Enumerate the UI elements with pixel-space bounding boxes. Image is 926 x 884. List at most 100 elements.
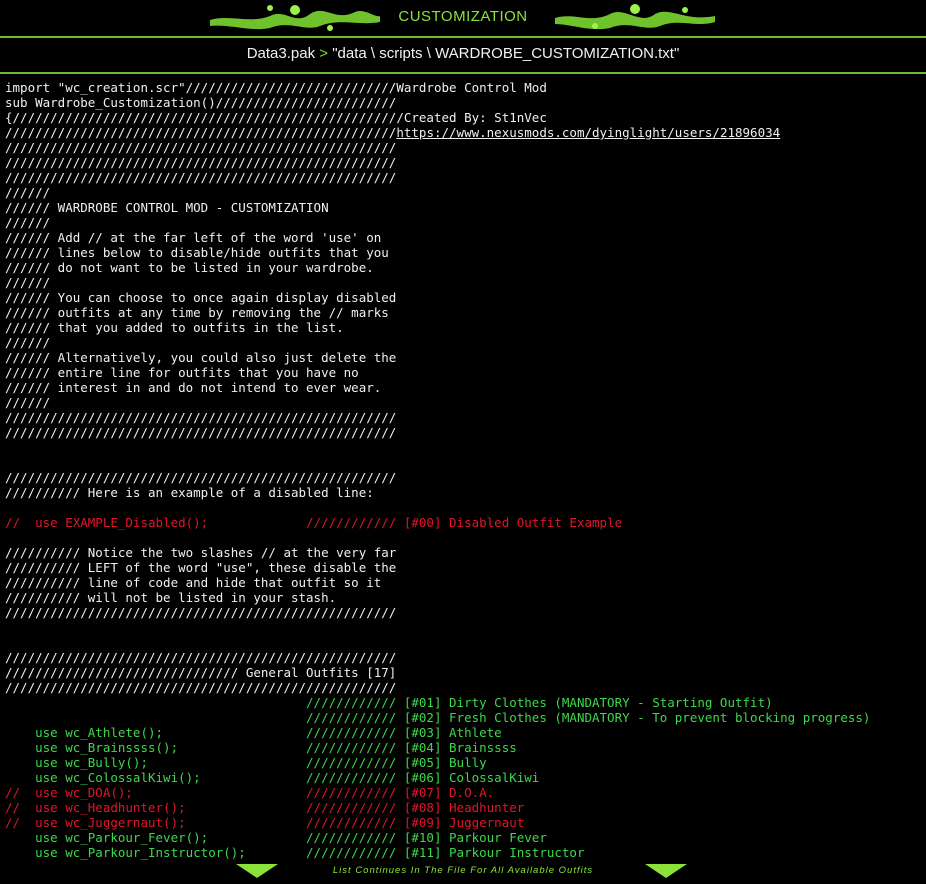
code-line-text: ////// do not want to be listed in your … [5, 260, 374, 275]
code-line-text: ////////////////////////////////////////… [5, 170, 397, 185]
code-line-text: ////// [5, 395, 51, 410]
code-line-text: ////////////////////////////////////////… [5, 470, 397, 485]
code-line-text: ////// lines below to disable/hide outfi… [5, 245, 389, 260]
code-line: ////////// LEFT of the word "use", these… [5, 560, 926, 575]
code-line-text: ////////////////////////////////////////… [5, 410, 397, 425]
code-line-text: ////////// Notice the two slashes // at … [5, 545, 397, 560]
code-line: ////////////////////////////////////////… [5, 125, 926, 140]
file-name: "data \ scripts \ WARDROBE_CUSTOMIZATION… [332, 45, 680, 62]
code-line-text: ////////// line of code and hide that ou… [5, 575, 382, 590]
file-path: Data3.pak > "data \ scripts \ WARDROBE_C… [0, 45, 926, 62]
code-line-text: ////////// LEFT of the word "use", these… [5, 560, 397, 575]
code-line-text: // use wc_Juggernaut(); //////////// [#0… [5, 815, 525, 830]
code-line-text: // use EXAMPLE_Disabled(); //////////// … [5, 515, 623, 530]
code-line: ////////// Notice the two slashes // at … [5, 545, 926, 560]
code-line: ////// [5, 185, 926, 200]
code-line-text: ////// Add // at the far left of the wor… [5, 230, 382, 245]
code-line: //////////// [#02] Fresh Clothes (MANDAT… [5, 710, 926, 725]
right-splatter-graphic [555, 4, 715, 30]
code-line: ////////////////////////////////////////… [5, 140, 926, 155]
code-line-text: ////// that you added to outfits in the … [5, 320, 344, 335]
banner-title: CUSTOMIZATION [398, 8, 528, 25]
code-line-text: //////////// [#01] Dirty Clothes (MANDAT… [5, 695, 773, 710]
code-line: use wc_Bully(); //////////// [#05] Bully [5, 755, 926, 770]
code-line-text: ////// [5, 215, 51, 230]
footer-text: List Continues In The File For All Avail… [332, 865, 594, 876]
code-line: ////// do not want to be listed in your … [5, 260, 926, 275]
code-line: ////////////////////////////////////////… [5, 425, 926, 440]
code-line: use wc_Parkour_Instructor(); ///////////… [5, 845, 926, 860]
code-line-text: ////// entire line for outfits that you … [5, 365, 359, 380]
code-line-text: use wc_Brainssss(); //////////// [#04] B… [5, 740, 517, 755]
down-arrow-icon [645, 864, 687, 878]
code-line-text: ////// [5, 185, 51, 200]
code-line: ////////////////////////////////////////… [5, 410, 926, 425]
code-line: ////// entire line for outfits that you … [5, 365, 926, 380]
code-line-text: import "wc_creation.scr"////////////////… [5, 80, 547, 95]
code-line: ////////////////////////////////////////… [5, 155, 926, 170]
code-line-text: ////////////////////////////////////////… [5, 650, 397, 665]
code-line-text: ////// [5, 335, 51, 350]
footer: List Continues In The File For All Avail… [0, 862, 926, 884]
code-line-text: ////////////////////////////////////////… [5, 125, 397, 140]
code-line: ////// [5, 335, 926, 350]
code-line: {///////////////////////////////////////… [5, 110, 926, 125]
code-line-text: ////// Alternatively, you could also jus… [5, 350, 397, 365]
code-line: ////// that you added to outfits in the … [5, 320, 926, 335]
code-line: ////////// Here is an example of a disab… [5, 485, 926, 500]
code-line: // use wc_DOA(); //////////// [#07] D.O.… [5, 785, 926, 800]
code-line: ////// [5, 215, 926, 230]
code-line-text: ////////////////////////////////////////… [5, 680, 397, 695]
code-line-text: //////////// [#02] Fresh Clothes (MANDAT… [5, 710, 871, 725]
code-line-text: use wc_Bully(); //////////// [#05] Bully [5, 755, 487, 770]
code-line: ////////// line of code and hide that ou… [5, 575, 926, 590]
code-line: ////// Alternatively, you could also jus… [5, 350, 926, 365]
code-line-text: ////////////////////////////////////////… [5, 605, 397, 620]
code-line: ////// [5, 395, 926, 410]
code-line-text: // use wc_DOA(); //////////// [#07] D.O.… [5, 785, 495, 800]
code-line-text: ////////////////////////////////////////… [5, 425, 397, 440]
code-line: ////// [5, 275, 926, 290]
code-line: ////////////////////////////////////////… [5, 170, 926, 185]
code-line: import "wc_creation.scr"////////////////… [5, 80, 926, 95]
code-line-text: use wc_Parkour_Fever(); //////////// [#1… [5, 830, 547, 845]
code-line: use wc_Brainssss(); //////////// [#04] B… [5, 740, 926, 755]
path-separator: > [319, 45, 329, 62]
code-line: ////// outfits at any time by removing t… [5, 305, 926, 320]
code-line: ////// Add // at the far left of the wor… [5, 230, 926, 245]
code-line: ////// WARDROBE CONTROL MOD - CUSTOMIZAT… [5, 200, 926, 215]
code-line-text: ////// outfits at any time by removing t… [5, 305, 389, 320]
code-line-text: {///////////////////////////////////////… [5, 110, 547, 125]
code-line-text: sub Wardrobe_Customization()////////////… [5, 95, 397, 110]
code-line-text: ////// [5, 275, 51, 290]
code-line-text: ////////////////////////////////////////… [5, 140, 397, 155]
code-listing: import "wc_creation.scr"////////////////… [5, 80, 926, 860]
code-line-text: ////////////////////////////////////////… [5, 155, 397, 170]
code-line: use wc_Parkour_Fever(); //////////// [#1… [5, 830, 926, 845]
code-line: ////////// will not be listed in your st… [5, 590, 926, 605]
code-line: /////////////////////////////// General … [5, 665, 926, 680]
code-line: ////// lines below to disable/hide outfi… [5, 245, 926, 260]
code-line: sub Wardrobe_Customization()////////////… [5, 95, 926, 110]
code-line: ////////////////////////////////////////… [5, 470, 926, 485]
code-line: use wc_ColossalKiwi(); //////////// [#06… [5, 770, 926, 785]
code-line: // use EXAMPLE_Disabled(); //////////// … [5, 515, 926, 530]
code-line: ////// interest in and do not intend to … [5, 380, 926, 395]
code-line-text: ////// WARDROBE CONTROL MOD - CUSTOMIZAT… [5, 200, 329, 215]
code-line: ////////////////////////////////////////… [5, 650, 926, 665]
code-line-text: use wc_Parkour_Instructor(); ///////////… [5, 845, 585, 860]
code-line-text: ////// interest in and do not intend to … [5, 380, 382, 395]
header-banner: CUSTOMIZATION [0, 0, 926, 38]
code-line-text: ////////// will not be listed in your st… [5, 590, 337, 605]
code-line: //////////// [#01] Dirty Clothes (MANDAT… [5, 695, 926, 710]
code-line: ////// You can choose to once again disp… [5, 290, 926, 305]
code-line: use wc_Athlete(); //////////// [#03] Ath… [5, 725, 926, 740]
code-line-text: /////////////////////////////// General … [5, 665, 397, 680]
file-path-bar: Data3.pak > "data \ scripts \ WARDROBE_C… [0, 38, 926, 74]
author-profile-link[interactable]: https://www.nexusmods.com/dyinglight/use… [396, 125, 780, 140]
